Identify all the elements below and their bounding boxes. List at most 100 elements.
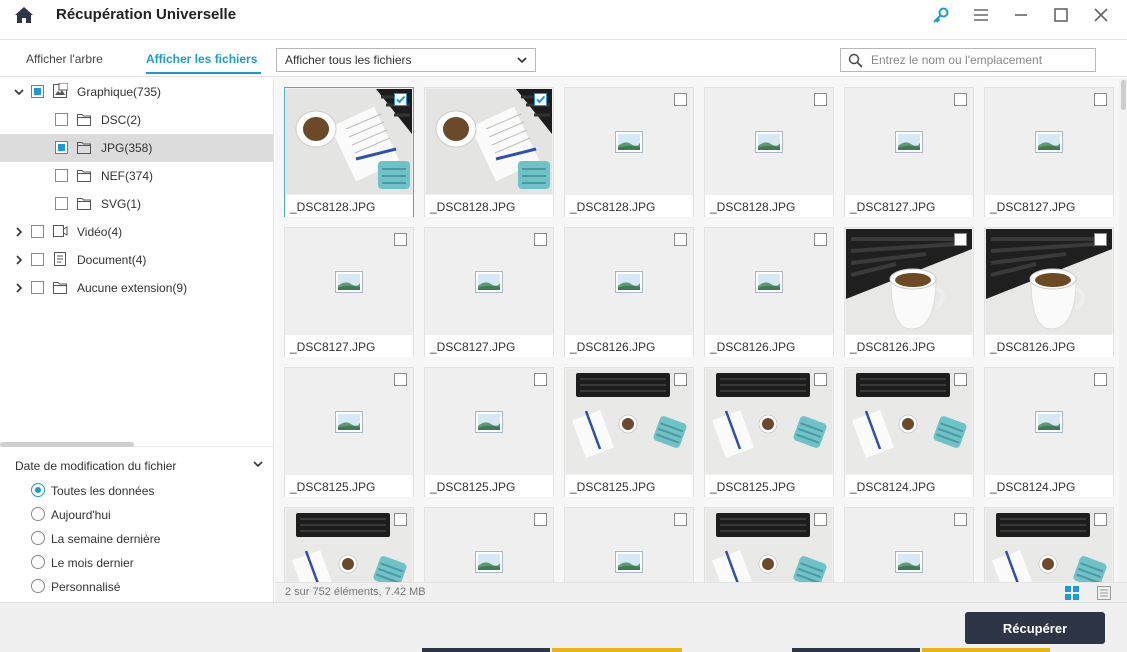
file-tile[interactable]: _DSC8128.JPG <box>284 87 414 217</box>
horizontal-scrollbar[interactable] <box>0 442 134 447</box>
tree-item[interactable]: NEF(374) <box>0 162 273 190</box>
file-tile[interactable] <box>844 507 974 582</box>
file-checkbox[interactable] <box>814 513 827 526</box>
file-checkbox[interactable] <box>1094 373 1107 386</box>
file-checkbox[interactable] <box>534 233 547 246</box>
radio-button[interactable] <box>31 555 45 569</box>
file-checkbox[interactable] <box>814 93 827 106</box>
search-input[interactable] <box>871 51 1091 69</box>
tree-item[interactable]: Document(4) <box>0 246 273 274</box>
tree-item[interactable]: Aucune extension(9) <box>0 274 273 302</box>
file-checkbox[interactable] <box>1094 93 1107 106</box>
tree-item-checkbox[interactable] <box>31 225 44 238</box>
file-tile[interactable]: _DSC8126.JPG <box>984 227 1114 357</box>
file-checkbox[interactable] <box>394 513 407 526</box>
radio-button[interactable] <box>31 531 45 545</box>
file-checkbox[interactable] <box>954 373 967 386</box>
date-filter-option[interactable]: La semaine dernière <box>31 529 261 549</box>
tab-file-view[interactable]: Afficher les fichiers <box>146 52 257 66</box>
file-tile[interactable] <box>284 507 414 582</box>
file-checkbox[interactable] <box>674 373 687 386</box>
radio-button[interactable] <box>31 507 45 521</box>
tree-item[interactable]: Graphique(735) <box>0 78 273 106</box>
file-tile[interactable]: _DSC8125.JPG <box>704 367 834 497</box>
file-tile[interactable]: _DSC8127.JPG <box>284 227 414 357</box>
chevron-down-icon[interactable] <box>253 459 263 469</box>
recover-button[interactable]: Récupérer <box>965 612 1105 644</box>
tree-item-checkbox[interactable] <box>31 253 44 266</box>
recovery-window: Récupération Universelle Afficher l'arbr… <box>0 0 1127 652</box>
file-checkbox[interactable] <box>954 93 967 106</box>
file-checkbox[interactable] <box>394 373 407 386</box>
file-checkbox[interactable] <box>534 93 547 106</box>
menu-icon[interactable] <box>970 4 992 26</box>
image-placeholder-icon <box>475 410 503 433</box>
file-tile[interactable]: _DSC8124.JPG <box>984 367 1114 497</box>
file-checkbox[interactable] <box>674 513 687 526</box>
file-tile[interactable]: _DSC8125.JPG <box>424 367 554 497</box>
file-tile[interactable]: _DSC8126.JPG <box>564 227 694 357</box>
file-tile[interactable]: _DSC8128.JPG <box>424 87 554 217</box>
chevron-right-icon[interactable] <box>14 227 24 237</box>
file-tile[interactable]: _DSC8124.JPG <box>844 367 974 497</box>
file-tile[interactable] <box>984 507 1114 582</box>
tree-item[interactable]: JPG(358) <box>0 134 273 162</box>
file-tile[interactable]: _DSC8126.JPG <box>844 227 974 357</box>
file-checkbox[interactable] <box>674 233 687 246</box>
radio-button[interactable] <box>31 579 45 593</box>
close-icon[interactable] <box>1090 4 1112 26</box>
chevron-right-icon[interactable] <box>14 283 24 293</box>
minimize-icon[interactable] <box>1010 4 1032 26</box>
chevron-right-icon[interactable] <box>14 255 24 265</box>
tree-item-checkbox[interactable] <box>55 197 68 210</box>
file-tile[interactable]: _DSC8128.JPG <box>704 87 834 217</box>
file-checkbox[interactable] <box>534 513 547 526</box>
file-tile[interactable]: _DSC8125.JPG <box>284 367 414 497</box>
file-checkbox[interactable] <box>674 93 687 106</box>
chevron-down-icon[interactable] <box>14 87 24 97</box>
date-filter-option[interactable]: Aujourd'hui <box>31 505 261 525</box>
list-view-icon[interactable] <box>1097 586 1111 600</box>
vertical-scrollbar[interactable] <box>1121 80 1126 110</box>
tree-item-checkbox[interactable] <box>55 141 68 154</box>
tree-item-label: JPG(358) <box>101 141 153 155</box>
file-checkbox[interactable] <box>394 93 407 106</box>
file-type-filter-dropdown[interactable]: Afficher tous les fichiers <box>276 48 536 72</box>
taskbar-strip <box>422 648 550 652</box>
key-icon[interactable] <box>930 4 952 26</box>
file-checkbox[interactable] <box>814 373 827 386</box>
date-filter-option[interactable]: Toutes les données <box>31 481 261 501</box>
file-tile[interactable]: _DSC8128.JPG <box>564 87 694 217</box>
tree-item-checkbox[interactable] <box>55 113 68 126</box>
file-checkbox[interactable] <box>534 373 547 386</box>
date-filter-option[interactable]: Personnalisé <box>31 577 261 597</box>
file-checkbox[interactable] <box>394 233 407 246</box>
file-tile[interactable] <box>704 507 834 582</box>
grid-view-icon[interactable] <box>1065 586 1079 600</box>
file-checkbox[interactable] <box>814 233 827 246</box>
toolbar: Afficher l'arbre Afficher les fichiers A… <box>0 41 1127 77</box>
home-icon[interactable] <box>14 5 34 25</box>
maximize-icon[interactable] <box>1050 4 1072 26</box>
file-tile[interactable]: _DSC8126.JPG <box>704 227 834 357</box>
file-tile[interactable] <box>424 507 554 582</box>
tree-item-checkbox[interactable] <box>31 85 44 98</box>
tree-item-label: Vidéo(4) <box>77 225 123 239</box>
tree-item-checkbox[interactable] <box>55 169 68 182</box>
file-checkbox[interactable] <box>1094 513 1107 526</box>
file-tile[interactable] <box>564 507 694 582</box>
file-checkbox[interactable] <box>1094 233 1107 246</box>
file-checkbox[interactable] <box>954 513 967 526</box>
file-tile[interactable]: _DSC8127.JPG <box>844 87 974 217</box>
file-tile[interactable]: _DSC8125.JPG <box>564 367 694 497</box>
tree-item[interactable]: Vidéo(4) <box>0 218 273 246</box>
tree-item-checkbox[interactable] <box>31 281 44 294</box>
tree-item[interactable]: SVG(1) <box>0 190 273 218</box>
tab-tree-view[interactable]: Afficher l'arbre <box>26 52 103 66</box>
file-checkbox[interactable] <box>954 233 967 246</box>
tree-item[interactable]: DSC(2) <box>0 106 273 134</box>
file-tile[interactable]: _DSC8127.JPG <box>424 227 554 357</box>
radio-button[interactable] <box>31 483 45 497</box>
file-tile[interactable]: _DSC8127.JPG <box>984 87 1114 217</box>
date-filter-option[interactable]: Le mois dernier <box>31 553 261 573</box>
